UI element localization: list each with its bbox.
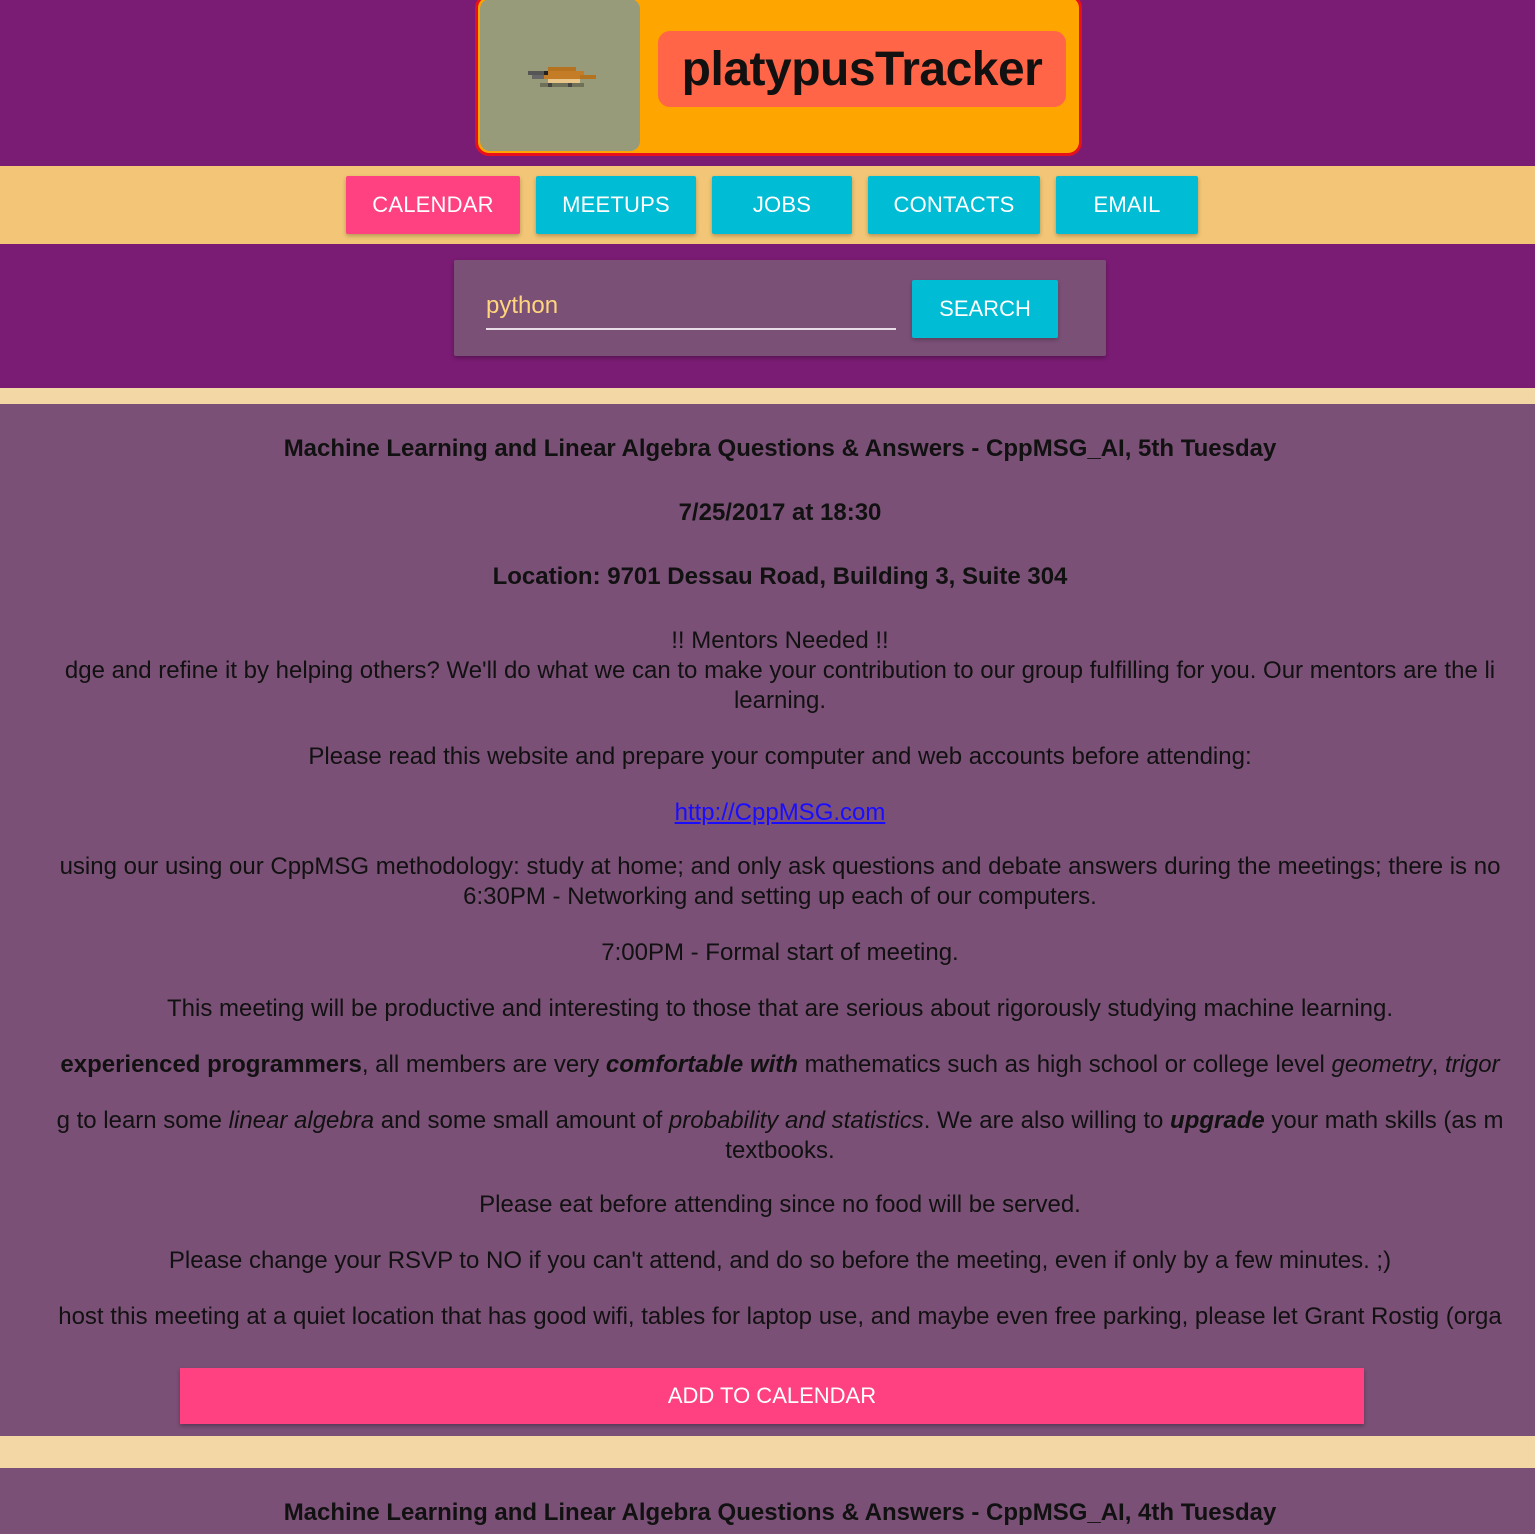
host-text: host this meeting at a quiet location th… xyxy=(58,1303,1502,1330)
nav-jobs-button[interactable]: JOBS xyxy=(712,176,852,234)
food-text: Please eat before attending since no foo… xyxy=(479,1191,1081,1218)
requirements-bold-italic: comfortable with xyxy=(605,1051,798,1078)
nav-email-button[interactable]: EMAIL xyxy=(1056,176,1198,234)
event-title: Machine Learning and Linear Algebra Ques… xyxy=(283,435,1277,462)
add-to-calendar-button[interactable]: ADD TO CALENDAR xyxy=(180,1368,1364,1424)
learn-part: g to learn some xyxy=(56,1107,229,1134)
nav-bar: CALENDAR MEETUPS JOBS CONTACTS EMAIL xyxy=(0,166,1535,244)
requirements-part: , xyxy=(1431,1051,1445,1078)
event-location: Location: 9701 Dessau Road, Building 3, … xyxy=(492,563,1068,590)
mentors-heading: !! Mentors Needed !! xyxy=(671,627,889,654)
learn-part: your math skills (as m xyxy=(1264,1107,1504,1134)
learn-part: . We are also willing to xyxy=(923,1107,1171,1134)
search-input[interactable] xyxy=(486,284,896,330)
learn-part: and some small amount of xyxy=(374,1107,669,1134)
methodology-text: using our using our CppMSG methodology: … xyxy=(59,853,1501,880)
start-time-text: 7:00PM - Formal start of meeting. xyxy=(601,939,959,966)
card-separator xyxy=(0,1436,1535,1468)
learn-bold-italic: upgrade xyxy=(1170,1107,1265,1134)
search-panel: SEARCH xyxy=(454,260,1106,356)
rsvp-text: Please change your RSVP to NO if you can… xyxy=(168,1247,1392,1274)
event-card: Machine Learning and Linear Algebra Ques… xyxy=(0,1468,1535,1534)
requirements-text: experienced programmers, all members are… xyxy=(0,1050,1535,1080)
learn-italic: linear algebra xyxy=(228,1107,375,1134)
nav-meetups-button[interactable]: MEETUPS xyxy=(536,176,696,234)
nav-contacts-button[interactable]: CONTACTS xyxy=(868,176,1040,234)
networking-text: 6:30PM - Networking and setting up each … xyxy=(463,883,1097,910)
nav-calendar-button[interactable]: CALENDAR xyxy=(346,176,520,234)
requirements-part: mathematics such as high school or colle… xyxy=(797,1051,1332,1078)
platypus-icon xyxy=(528,67,596,87)
mentors-text: dge and refine it by helping others? We'… xyxy=(64,657,1496,684)
app-header: platypusTracker xyxy=(475,0,1082,156)
learn-italic: probability and statistics xyxy=(668,1107,924,1134)
website-link-row: http://CppMSG.com xyxy=(0,798,1535,828)
requirements-bold: experienced programmers xyxy=(60,1051,362,1078)
card-separator xyxy=(0,388,1535,404)
title-pill: platypusTracker xyxy=(658,31,1066,107)
search-button[interactable]: SEARCH xyxy=(912,280,1058,338)
website-link[interactable]: http://CppMSG.com xyxy=(675,799,886,826)
event-card: Machine Learning and Linear Algebra Ques… xyxy=(0,404,1535,1436)
requirements-italic: trigor xyxy=(1444,1051,1500,1078)
requirements-italic: geometry xyxy=(1331,1051,1432,1078)
learn-text: g to learn some linear algebra and some … xyxy=(0,1106,1535,1136)
productive-text: This meeting will be productive and inte… xyxy=(166,995,1393,1022)
learn-text-cont: textbooks. xyxy=(725,1137,835,1164)
app-title: platypusTracker xyxy=(681,42,1043,96)
logo[interactable] xyxy=(480,0,640,151)
event-title: Machine Learning and Linear Algebra Ques… xyxy=(283,1499,1277,1526)
mentors-text-cont: learning. xyxy=(733,687,827,714)
read-website-text: Please read this website and prepare you… xyxy=(308,743,1252,770)
event-datetime: 7/25/2017 at 18:30 xyxy=(678,499,882,526)
requirements-part: , all members are very xyxy=(361,1051,606,1078)
